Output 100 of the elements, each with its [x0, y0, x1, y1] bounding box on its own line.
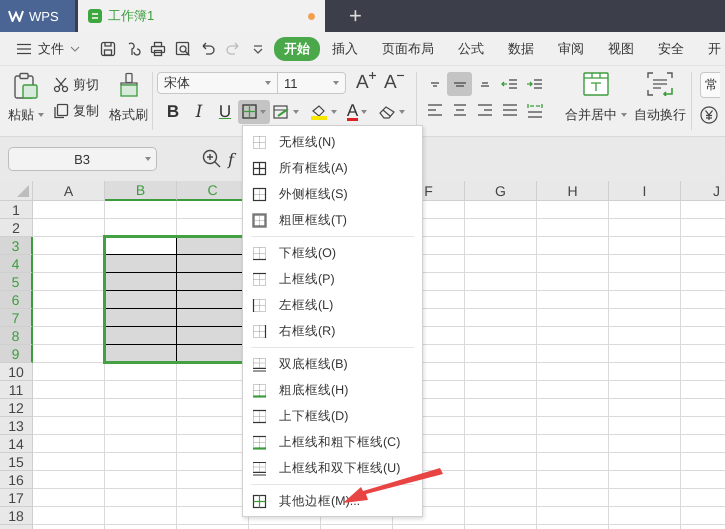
brush-icon[interactable] [118, 72, 140, 98]
grid-cell [537, 273, 609, 291]
grow-font-button[interactable]: A [356, 72, 384, 94]
row-header[interactable]: 13 [0, 417, 33, 435]
grid-cell [465, 381, 537, 399]
ribbon-tab[interactable]: 审阅 [546, 36, 596, 60]
row-header[interactable]: 16 [0, 471, 33, 489]
wrap-text-icon[interactable] [647, 72, 673, 96]
eraser-icon [378, 104, 396, 118]
grid-cell [537, 237, 609, 255]
ribbon-tab[interactable]: 安全 [646, 36, 696, 60]
copy-button[interactable]: 复制 [53, 102, 99, 120]
grid-cell [465, 471, 537, 489]
ribbon-tab[interactable]: 页面布局 [370, 36, 446, 60]
preview-icon[interactable] [175, 40, 191, 56]
font-name-field[interactable]: 宋体 [157, 72, 278, 94]
file-menu[interactable]: 文件 [12, 40, 84, 58]
ribbon-tab[interactable]: 公式 [446, 36, 496, 60]
grid-cell [609, 255, 681, 273]
border-style-icon [252, 246, 267, 260]
menu-item[interactable]: 上下框线(D) [243, 403, 422, 429]
menu-item[interactable]: 所有框线(A) [243, 155, 422, 181]
grid-cell [609, 291, 681, 309]
font-color-button[interactable]: A [340, 100, 374, 124]
menu-item[interactable]: 上框线和粗下框线(C) [243, 429, 422, 455]
grid-cell [609, 345, 681, 363]
format-painter-button[interactable]: 格式刷 [109, 106, 148, 124]
cut-button[interactable]: 剪切 [53, 76, 99, 94]
zoom-icon[interactable] [202, 149, 222, 169]
function-label[interactable]: f [228, 150, 234, 168]
grid-cell [465, 291, 537, 309]
row-header[interactable]: 18 [0, 507, 33, 525]
grid-cell [537, 417, 609, 435]
menu-item[interactable]: 上框线(P) [243, 266, 422, 292]
menu-item[interactable]: 无框线(N) [243, 129, 422, 155]
row-header[interactable]: 1 [0, 201, 33, 219]
number-format-field[interactable]: 常 [700, 72, 720, 98]
copy-icon [53, 103, 69, 119]
underline-button[interactable]: U [212, 100, 238, 124]
row-header[interactable]: 15 [0, 453, 33, 471]
menu-item[interactable]: 粗匣框线(T) [243, 207, 422, 233]
border-style-icon [252, 494, 267, 508]
row-header[interactable]: 17 [0, 489, 33, 507]
grid-cell [609, 201, 681, 219]
wrap-text-button[interactable]: 自动换行 [634, 106, 686, 124]
row-header[interactable]: 10 [0, 363, 33, 381]
column-header[interactable]: G [465, 181, 537, 201]
ribbon-tab[interactable]: 插入 [320, 36, 370, 60]
grid-cell [537, 309, 609, 327]
paste-icon[interactable] [13, 72, 39, 100]
name-box[interactable]: B3 [8, 147, 157, 171]
grid-cell [609, 399, 681, 417]
merge-cells-icon[interactable] [583, 72, 609, 96]
row-header[interactable]: 2 [0, 219, 33, 237]
row-header[interactable]: 14 [0, 435, 33, 453]
shrink-font-button[interactable]: A [384, 72, 412, 94]
align-icon [430, 82, 440, 86]
menu-item[interactable]: 左框线(L) [243, 292, 422, 318]
ribbon-tab[interactable]: 开 [696, 36, 725, 60]
bold-button[interactable]: B [160, 100, 186, 124]
menu-item[interactable]: 右框线(R) [243, 318, 422, 344]
row-header[interactable]: 11 [0, 381, 33, 399]
column-header[interactable]: A [33, 181, 105, 201]
grid-cell [609, 489, 681, 507]
column-header[interactable]: H [537, 181, 609, 201]
grid-cell [609, 327, 681, 345]
grid-cell [609, 471, 681, 489]
print-icon[interactable] [150, 40, 166, 56]
ribbon-tab[interactable]: 视图 [596, 36, 646, 60]
ribbon-tab[interactable]: 数据 [496, 36, 546, 60]
row-header[interactable]: 12 [0, 399, 33, 417]
new-tab-button[interactable]: + [345, 0, 366, 32]
menu-item[interactable]: 下框线(O) [243, 240, 422, 266]
logo-icon [8, 10, 24, 22]
app-tab[interactable]: WPS [0, 0, 75, 32]
currency-icon[interactable] [700, 106, 718, 124]
menu-item[interactable]: 粗底框线(H) [243, 377, 422, 403]
font-size-field[interactable]: 11 [278, 72, 346, 94]
grid-cell [537, 291, 609, 309]
grid-cell [105, 273, 177, 291]
menu-item[interactable]: 双底框线(B) [243, 351, 422, 377]
grid-cell [465, 273, 537, 291]
save-icon[interactable] [100, 40, 116, 56]
column-header[interactable]: J [681, 181, 725, 201]
grid-cell [33, 453, 105, 471]
grid-cell [609, 219, 681, 237]
grid-cell [465, 255, 537, 273]
align-button[interactable] [447, 72, 472, 96]
grid-cell [465, 399, 537, 417]
grid-cell [465, 507, 537, 525]
menu-item[interactable]: 上框线和双下框线(U) [243, 455, 422, 481]
align-icon [452, 104, 466, 116]
border-button[interactable] [238, 100, 270, 124]
italic-button[interactable]: I [186, 100, 212, 124]
paste-button[interactable]: 粘贴 [8, 106, 44, 124]
undo-icon[interactable] [200, 40, 216, 56]
grid-cell [465, 237, 537, 255]
merge-center-button[interactable]: 合并居中 [565, 106, 627, 124]
grid-cell [609, 309, 681, 327]
column-header[interactable]: I [609, 181, 681, 201]
